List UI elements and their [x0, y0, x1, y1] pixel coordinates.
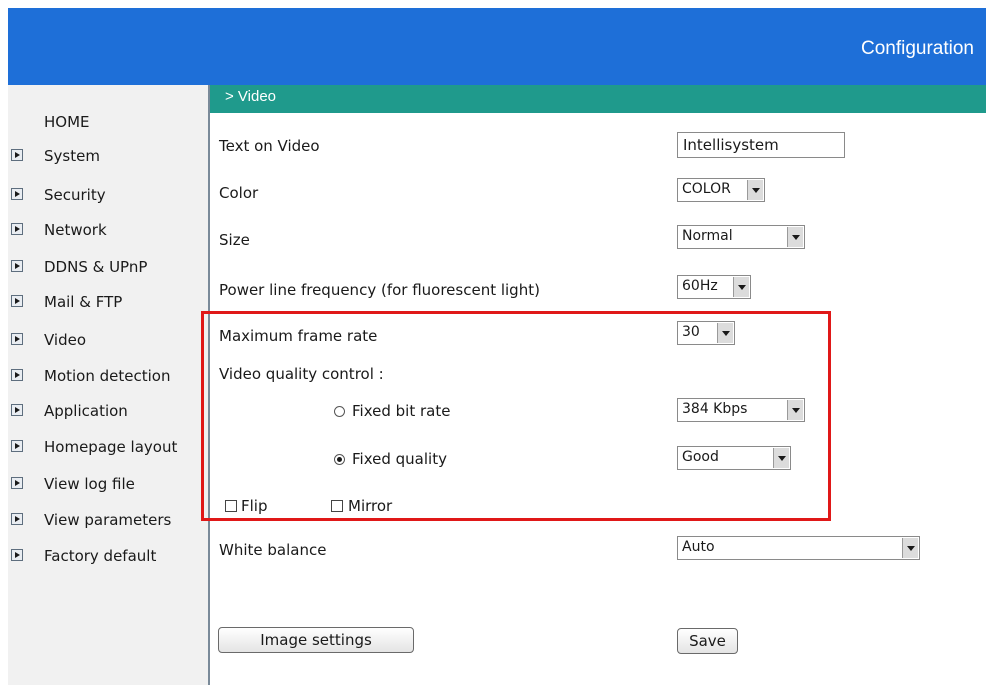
arrow-right-icon: [11, 369, 23, 381]
max-frame-rate-select[interactable]: 30: [677, 321, 735, 345]
white-balance-label: White balance: [219, 541, 327, 559]
sidebar-item-application[interactable]: Application: [8, 398, 208, 424]
arrow-right-icon: [11, 513, 23, 525]
sidebar-item-mail-ftp[interactable]: Mail & FTP: [8, 289, 208, 315]
chevron-down-icon: [733, 277, 749, 297]
header-bar: Configuration: [8, 8, 986, 85]
text-on-video-input[interactable]: [677, 132, 845, 158]
sidebar-item-factory-default[interactable]: Factory default: [8, 543, 208, 569]
fixed-bit-rate-select[interactable]: 384 Kbps: [677, 398, 805, 422]
sidebar-item-label: DDNS & UPnP: [44, 258, 148, 276]
max-frame-rate-label: Maximum frame rate: [219, 327, 378, 345]
sidebar-item-view-parameters[interactable]: View parameters: [8, 507, 208, 533]
fixed-quality-label: Fixed quality: [352, 450, 447, 468]
power-line-frequency-select[interactable]: 60Hz: [677, 275, 751, 299]
page-title: Configuration: [860, 38, 974, 59]
fixed-bit-rate-label: Fixed bit rate: [352, 402, 451, 420]
chevron-down-icon: [787, 400, 803, 420]
flip-checkbox[interactable]: [225, 500, 237, 512]
size-label: Size: [219, 231, 250, 249]
sidebar-item-system[interactable]: System: [8, 143, 208, 169]
image-settings-button[interactable]: Image settings: [218, 627, 414, 653]
power-line-frequency-label: Power line frequency (for fluorescent li…: [219, 281, 540, 299]
size-select-value: Normal: [682, 228, 733, 244]
sidebar-item-label: View log file: [44, 475, 135, 493]
section-title: > Video: [225, 88, 277, 105]
fixed-bit-rate-value: 384 Kbps: [682, 401, 748, 417]
section-title-bar: > Video: [210, 85, 986, 113]
white-balance-value: Auto: [682, 539, 715, 555]
sidebar-item-security[interactable]: Security: [8, 182, 208, 208]
flip-label: Flip: [241, 497, 268, 515]
sidebar-item-label: Factory default: [44, 547, 157, 565]
color-select[interactable]: COLOR: [677, 178, 765, 202]
arrow-right-icon: [11, 188, 23, 200]
sidebar-item-label: Mail & FTP: [44, 293, 123, 311]
mirror-checkbox[interactable]: [331, 500, 343, 512]
sidebar-item-label: System: [44, 147, 100, 165]
chevron-down-icon: [902, 538, 918, 558]
arrow-right-icon: [11, 440, 23, 452]
arrow-right-icon: [11, 223, 23, 235]
sidebar-item-network[interactable]: Network: [8, 217, 208, 243]
arrow-right-icon: [11, 295, 23, 307]
sidebar-item-label: Video: [44, 331, 87, 349]
save-button[interactable]: Save: [677, 628, 738, 654]
white-balance-select[interactable]: Auto: [677, 536, 920, 560]
color-label: Color: [219, 184, 259, 202]
sidebar-item-label: View parameters: [44, 511, 172, 529]
fixed-quality-value: Good: [682, 449, 719, 465]
arrow-right-icon: [11, 333, 23, 345]
color-select-value: COLOR: [682, 181, 731, 197]
sidebar-item-view-log-file[interactable]: View log file: [8, 471, 208, 497]
arrow-right-icon: [11, 477, 23, 489]
chevron-down-icon: [717, 323, 733, 343]
arrow-right-icon: [11, 404, 23, 416]
chevron-down-icon: [773, 448, 789, 468]
mirror-label: Mirror: [348, 497, 393, 515]
sidebar-item-label: Homepage layout: [44, 438, 178, 456]
sidebar-item-label: Motion detection: [44, 367, 171, 385]
sidebar-item-label: Security: [44, 186, 106, 204]
sidebar-item-label: Application: [44, 402, 128, 420]
arrow-right-icon: [11, 549, 23, 561]
sidebar-item-motion-detection[interactable]: Motion detection: [8, 363, 208, 389]
arrow-right-icon: [11, 149, 23, 161]
sidebar-item-home[interactable]: HOME: [44, 113, 90, 131]
fixed-quality-radio[interactable]: [334, 454, 345, 465]
chevron-down-icon: [747, 180, 763, 200]
arrow-right-icon: [11, 260, 23, 272]
chevron-down-icon: [787, 227, 803, 247]
text-on-video-label: Text on Video: [219, 137, 320, 155]
sidebar-item-label: Network: [44, 221, 107, 239]
fixed-bit-rate-radio[interactable]: [334, 406, 345, 417]
size-select[interactable]: Normal: [677, 225, 805, 249]
power-line-frequency-value: 60Hz: [682, 278, 718, 294]
sidebar-item-video[interactable]: Video: [8, 327, 208, 353]
max-frame-rate-value: 30: [682, 324, 700, 340]
sidebar: HOME System Security Network DDNS & UPnP…: [8, 85, 210, 685]
sidebar-item-ddns-upnp[interactable]: DDNS & UPnP: [8, 254, 208, 280]
sidebar-item-homepage-layout[interactable]: Homepage layout: [8, 434, 208, 460]
fixed-quality-select[interactable]: Good: [677, 446, 791, 470]
video-quality-control-label: Video quality control :: [219, 365, 384, 383]
